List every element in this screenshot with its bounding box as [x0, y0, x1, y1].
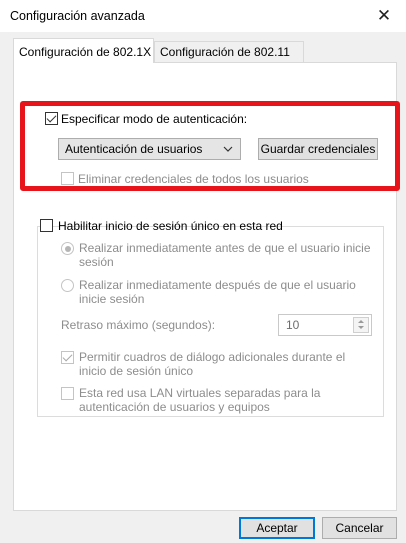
enable-sso-label: Habilitar inicio de sesión único en esta… — [58, 219, 283, 233]
tab-802-11[interactable]: Configuración de 802.11 — [154, 41, 304, 63]
sso-legend: Habilitar inicio de sesión único en esta… — [40, 218, 283, 234]
spin-up-icon — [358, 320, 364, 323]
close-icon: ✕ — [376, 6, 392, 25]
max-delay-spinner[interactable]: 10 — [278, 314, 372, 336]
sso-after-logon-radio[interactable] — [61, 279, 74, 292]
max-delay-label: Retraso máximo (segundos): — [61, 318, 216, 332]
close-button[interactable]: ✕ — [362, 0, 406, 32]
tab-802-1x[interactable]: Configuración de 802.1X — [13, 38, 154, 63]
accept-label: Aceptar — [256, 521, 298, 535]
tab-label: Configuración de 802.11 — [160, 45, 290, 59]
accept-button[interactable]: Aceptar — [239, 517, 315, 539]
enable-sso-checkbox[interactable] — [40, 219, 53, 232]
max-delay-value: 10 — [286, 318, 300, 332]
tab-label: Configuración de 802.1X — [19, 45, 152, 59]
window-title: Configuración avanzada — [10, 9, 145, 23]
sso-before-logon-radio[interactable] — [61, 242, 74, 255]
sso-after-logon-label: Realizar inmediatamente después de que e… — [79, 278, 356, 306]
allow-dialogs-checkbox[interactable] — [61, 351, 74, 364]
cancel-button[interactable]: Cancelar — [322, 517, 397, 539]
spin-down-icon — [358, 326, 364, 329]
dialog-body: Configuración de 802.11 Configuración de… — [0, 32, 406, 543]
max-delay-spin-buttons[interactable] — [353, 317, 369, 333]
sso-before-logon-label: Realizar inmediatamente antes de que el … — [79, 241, 371, 269]
vlan-label: Esta red usa LAN virtuales separadas par… — [79, 386, 321, 414]
title-bar: Configuración avanzada ✕ — [0, 0, 406, 32]
highlight-box — [20, 101, 400, 191]
cancel-label: Cancelar — [335, 521, 384, 535]
vlan-checkbox[interactable] — [61, 387, 74, 400]
allow-dialogs-label: Permitir cuadros de diálogo adicionales … — [79, 350, 346, 378]
